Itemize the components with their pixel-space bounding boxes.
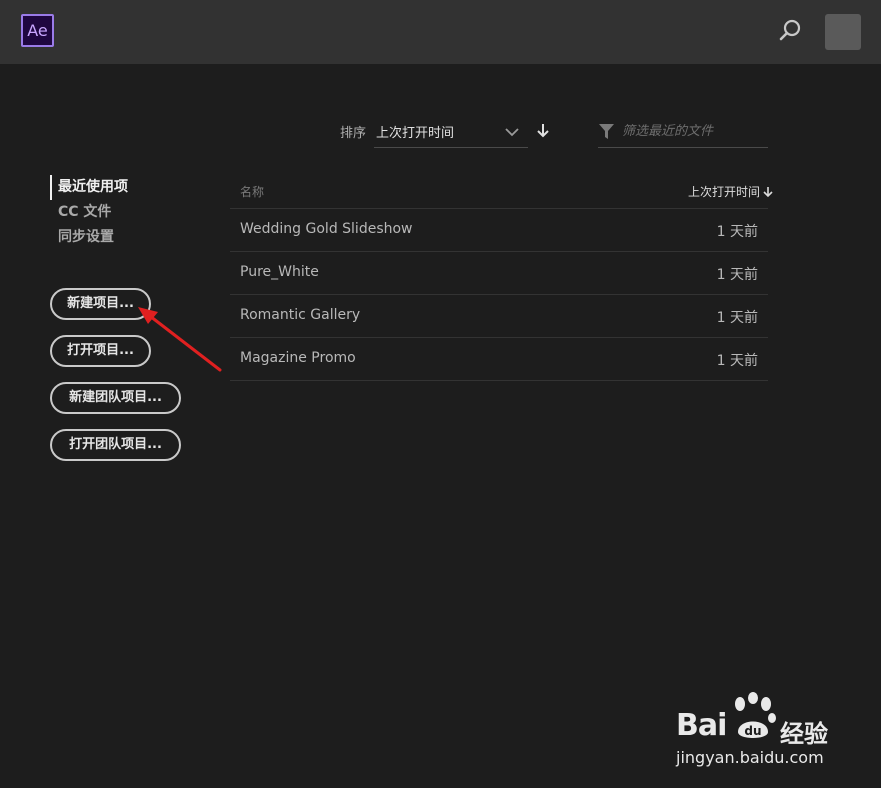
watermark-brand-suffix: 经验 — [780, 720, 828, 748]
svg-text:du: du — [744, 724, 761, 738]
top-bar: Ae — [0, 0, 881, 64]
sort-label: 排序 — [340, 126, 367, 141]
file-name: Romantic Gallery — [240, 307, 361, 323]
sidebar-nav: 最近使用项 CC 文件 同步设置 — [50, 175, 128, 250]
nav-item-recent[interactable]: 最近使用项 — [50, 175, 128, 200]
column-header-last-opened-label: 上次打开时间 — [687, 185, 760, 199]
file-last-opened: 1 天前 — [716, 310, 758, 326]
watermark-brand: Bai — [676, 708, 727, 743]
user-avatar[interactable] — [825, 14, 861, 50]
recent-files-table: 名称 上次打开时间 Wedding Gold Slideshow 1 天前 Pu… — [230, 172, 773, 381]
table-row[interactable]: Romantic Gallery 1 天前 — [230, 295, 768, 338]
column-header-last-opened[interactable]: 上次打开时间 — [688, 183, 774, 200]
file-name: Wedding Gold Slideshow — [240, 221, 413, 237]
baidu-jingyan-watermark: Bai du 经验 jingyan.baidu.com — [672, 692, 842, 772]
app-logo: Ae — [21, 14, 54, 47]
search-icon[interactable] — [776, 17, 804, 45]
filter-input[interactable] — [622, 120, 762, 142]
sort-arrow-down-icon — [763, 187, 773, 198]
file-last-opened: 1 天前 — [716, 224, 758, 240]
file-last-opened: 1 天前 — [716, 353, 758, 369]
table-header: 名称 上次打开时间 — [230, 172, 773, 209]
paw-icon: du — [735, 692, 776, 738]
file-last-opened: 1 天前 — [716, 267, 758, 283]
chevron-down-icon — [505, 128, 519, 137]
sort-selected-value: 上次打开时间 — [376, 126, 455, 141]
file-name: Magazine Promo — [240, 350, 356, 366]
nav-item-cc-files[interactable]: CC 文件 — [50, 200, 128, 225]
column-header-name[interactable]: 名称 — [240, 183, 264, 200]
new-team-project-button[interactable]: 新建团队项目... — [50, 382, 181, 414]
open-team-project-button[interactable]: 打开团队项目... — [50, 429, 181, 461]
filter-field — [598, 116, 768, 148]
filter-icon — [599, 124, 614, 139]
table-row[interactable]: Pure_White 1 天前 — [230, 252, 768, 295]
sort-direction-arrow-icon[interactable] — [535, 122, 551, 140]
table-row[interactable]: Magazine Promo 1 天前 — [230, 338, 768, 381]
table-row[interactable]: Wedding Gold Slideshow 1 天前 — [230, 209, 768, 252]
file-name: Pure_White — [240, 264, 319, 280]
nav-item-sync-settings[interactable]: 同步设置 — [50, 225, 128, 250]
sort-dropdown[interactable]: 上次打开时间 — [374, 116, 528, 148]
watermark-url: jingyan.baidu.com — [676, 748, 824, 767]
annotation-arrow-icon — [138, 307, 222, 372]
